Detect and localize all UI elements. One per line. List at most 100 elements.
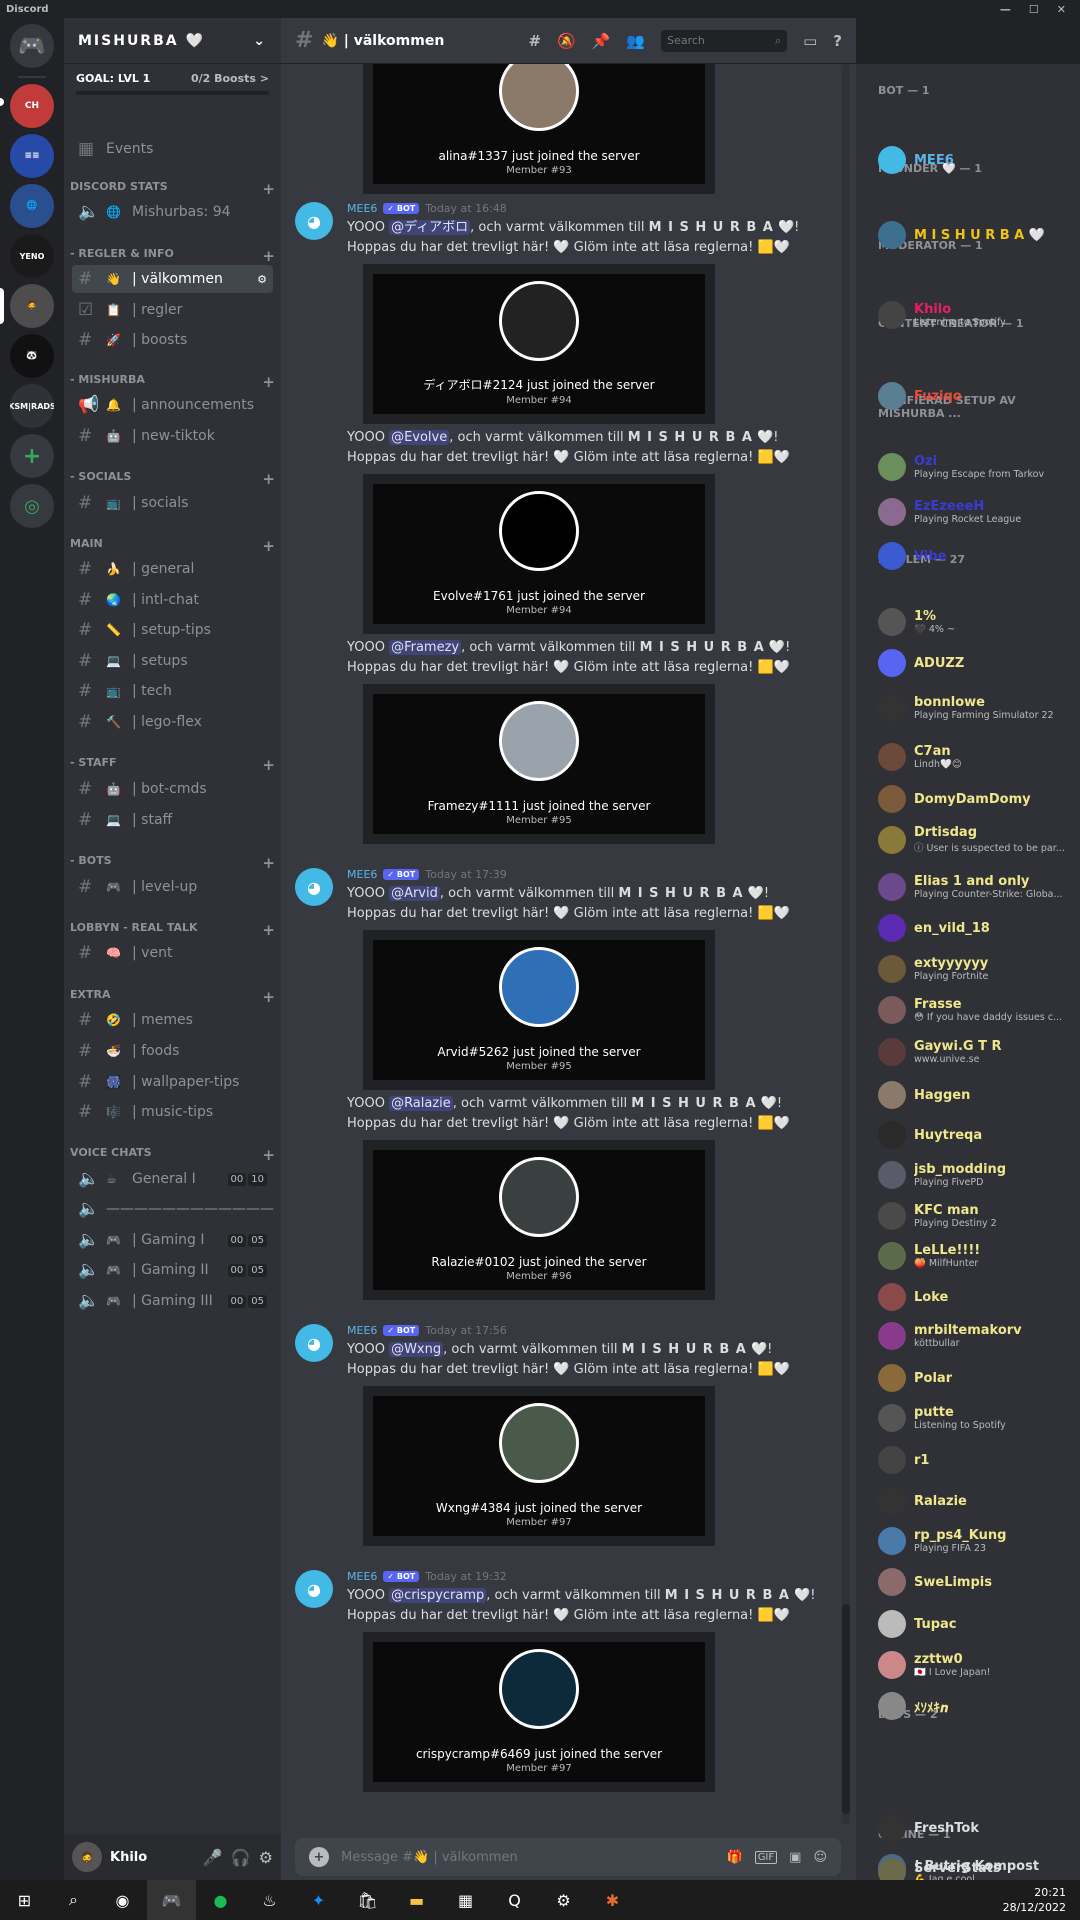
member-row[interactable]: C7an Lindh🤍😊: [878, 743, 1078, 771]
gif-icon[interactable]: GIF: [754, 1850, 778, 1864]
member-row[interactable]: FreshTok: [878, 1814, 1078, 1842]
chrome-icon[interactable]: ◉: [98, 1880, 147, 1920]
channel-new-tiktok[interactable]: # 🤖 | new-tiktok: [72, 422, 273, 450]
voice-gaming-2[interactable]: 🔈 🎮 | Gaming II 00 05: [72, 1256, 273, 1284]
voice-general-1[interactable]: 🔈 ☕ General I 00 10: [72, 1165, 273, 1193]
server-icon-3[interactable]: 🌐: [10, 184, 54, 228]
member-row[interactable]: Fuziqo: [878, 382, 1078, 410]
member-row[interactable]: en_vild_18: [878, 914, 1078, 942]
emoji-icon[interactable]: ☺: [813, 1850, 827, 1865]
store-icon[interactable]: 🛍: [343, 1880, 392, 1920]
channel-valkommen[interactable]: # 👋 | välkommen ⚙: [72, 265, 273, 293]
plus-icon[interactable]: +: [262, 373, 275, 391]
channel-staff[interactable]: # 💻 | staff: [72, 806, 273, 834]
avatar[interactable]: 🧔: [72, 1842, 102, 1872]
member-row[interactable]: Drtisdag ⓘ User is suspected to be par...: [878, 825, 1078, 854]
avatar[interactable]: ◕: [295, 1570, 333, 1608]
spotify-icon[interactable]: ●: [196, 1880, 245, 1920]
channel-vent[interactable]: # 🧠 | vent: [72, 939, 273, 967]
member-row[interactable]: DomyDamDomy: [878, 785, 1078, 813]
calculator-icon[interactable]: ▦: [441, 1880, 490, 1920]
threads-icon[interactable]: #: [528, 32, 541, 50]
member-row[interactable]: Loke: [878, 1283, 1078, 1311]
help-icon[interactable]: ?: [833, 32, 842, 50]
plus-icon[interactable]: +: [262, 756, 275, 774]
channel-music-tips[interactable]: # 🎼 | music-tips: [72, 1098, 273, 1126]
plus-icon[interactable]: +: [262, 537, 275, 555]
plus-icon[interactable]: +: [262, 1146, 275, 1164]
server-icon-1[interactable]: CH: [10, 84, 54, 128]
voice-gaming-1[interactable]: 🔈 🎮 | Gaming I 00 05: [72, 1226, 273, 1254]
member-row[interactable]: Huytreqa: [878, 1121, 1078, 1149]
category-staff[interactable]: - STAFF +: [70, 756, 275, 774]
search-icon[interactable]: ⌕: [49, 1880, 98, 1920]
explore-compass-icon[interactable]: ◎: [10, 484, 54, 528]
mention[interactable]: @crispycramp: [389, 1588, 487, 1603]
member-row[interactable]: MEE6: [878, 146, 1078, 174]
system-clock[interactable]: 20:21 28/12/2022: [1003, 1885, 1080, 1915]
channel-memes[interactable]: # 🤣 | memes: [72, 1006, 273, 1034]
members-icon[interactable]: 👥: [626, 32, 645, 50]
channel-wallpaper-tips[interactable]: # 🎆 | wallpaper-tips: [72, 1068, 273, 1096]
server-icon-6[interactable]: 🐼: [10, 334, 54, 378]
q-app-icon[interactable]: Q: [490, 1880, 539, 1920]
channel-bot-cmds[interactable]: # 🤖 | bot-cmds: [72, 775, 273, 803]
member-row[interactable]: KFC man Playing Destiny 2: [878, 1202, 1078, 1230]
author-name[interactable]: MEE6: [347, 1570, 377, 1583]
plus-icon[interactable]: +: [262, 180, 275, 198]
avatar[interactable]: ◕: [295, 868, 333, 906]
windows-start-icon[interactable]: ⊞: [0, 1880, 49, 1920]
pin-icon[interactable]: 📌: [592, 32, 611, 50]
discord-taskbar-icon[interactable]: 🎮: [147, 1880, 196, 1920]
channel-intl-chat[interactable]: # 🌏 | intl-chat: [72, 586, 273, 614]
plus-icon[interactable]: +: [262, 988, 275, 1006]
category-voice-chats[interactable]: VOICE CHATS +: [70, 1146, 275, 1164]
plus-icon[interactable]: +: [262, 247, 275, 265]
category-discord-stats[interactable]: DISCORD STATS +: [70, 180, 275, 198]
headphones-icon[interactable]: 🎧: [231, 1848, 251, 1867]
category-main[interactable]: MAIN +: [70, 537, 275, 555]
app-icon[interactable]: ✱: [588, 1880, 637, 1920]
category-mishurba[interactable]: - MISHURBA +: [70, 373, 275, 391]
author-name[interactable]: MEE6: [347, 202, 377, 215]
channel-boosts[interactable]: # 🚀 | boosts: [72, 326, 273, 354]
member-row[interactable]: Khilo Listening to Spotify: [878, 301, 1078, 329]
member-row[interactable]: ! Butrig Kompost 💪 Jag e cool: [878, 1858, 1078, 1880]
gear-icon[interactable]: ⚙: [257, 273, 267, 286]
plus-icon[interactable]: +: [262, 921, 275, 939]
member-row[interactable]: Gaywi.G T Rwww.unive.se: [878, 1038, 1078, 1066]
member-row[interactable]: putte Listening to Spotify: [878, 1404, 1078, 1432]
scrollbar[interactable]: [842, 64, 850, 1824]
plus-circle-icon[interactable]: +: [309, 1847, 329, 1867]
voice-gaming-3[interactable]: 🔈 🎮 | Gaming III 00 05: [72, 1287, 273, 1315]
member-row[interactable]: Ralazie: [878, 1487, 1078, 1515]
category-socials[interactable]: - SOCIALS +: [70, 470, 275, 488]
channel-announcements[interactable]: 📢 🔔 | announcements: [72, 391, 273, 419]
server-icon-2[interactable]: ≡≡: [10, 134, 54, 178]
bell-mute-icon[interactable]: 🔕: [557, 32, 576, 50]
member-row[interactable]: jsb_modding Playing FivePD: [878, 1161, 1078, 1189]
add-server-icon[interactable]: +: [10, 434, 54, 478]
member-row[interactable]: Elias 1 and only Playing Counter-Strike: …: [878, 873, 1078, 901]
home-discord-icon[interactable]: 🎮: [10, 24, 54, 68]
guild-header[interactable]: MISHURBA 🤍 ⌄: [64, 18, 281, 64]
avatar[interactable]: ◕: [295, 1324, 333, 1362]
server-icon-mishurba[interactable]: 🧔: [10, 284, 54, 328]
search-input[interactable]: Search ⌕: [661, 29, 788, 52]
channel-stat-members[interactable]: 🔈 🌐 Mishurbas: 94: [72, 198, 273, 226]
member-row[interactable]: bonnlowe Playing Farming Simulator 22: [878, 694, 1078, 722]
plus-icon[interactable]: +: [262, 470, 275, 488]
mention[interactable]: @Ralazie: [389, 1096, 453, 1111]
member-row[interactable]: Tupac: [878, 1610, 1078, 1638]
server-icon-7[interactable]: KSM|RADS: [10, 384, 54, 428]
inbox-icon[interactable]: ▭: [803, 32, 817, 50]
member-row[interactable]: ADUZZ: [878, 649, 1078, 677]
channel-general[interactable]: # 🍌 | general: [72, 555, 273, 583]
member-row[interactable]: SweLimpis: [878, 1568, 1078, 1596]
member-row[interactable]: 1% 🖤 4% ~: [878, 608, 1078, 636]
category-extra[interactable]: EXTRA +: [70, 988, 275, 1006]
voice-divider[interactable]: 🔈 ————————————: [72, 1195, 274, 1223]
boost-goal[interactable]: GOAL: LVL 1 0/2 Boosts >: [64, 64, 281, 85]
member-row[interactable]: Vibe: [878, 542, 1078, 570]
member-row[interactable]: ﾒｿﾒｷ𝒏: [878, 1692, 1078, 1720]
